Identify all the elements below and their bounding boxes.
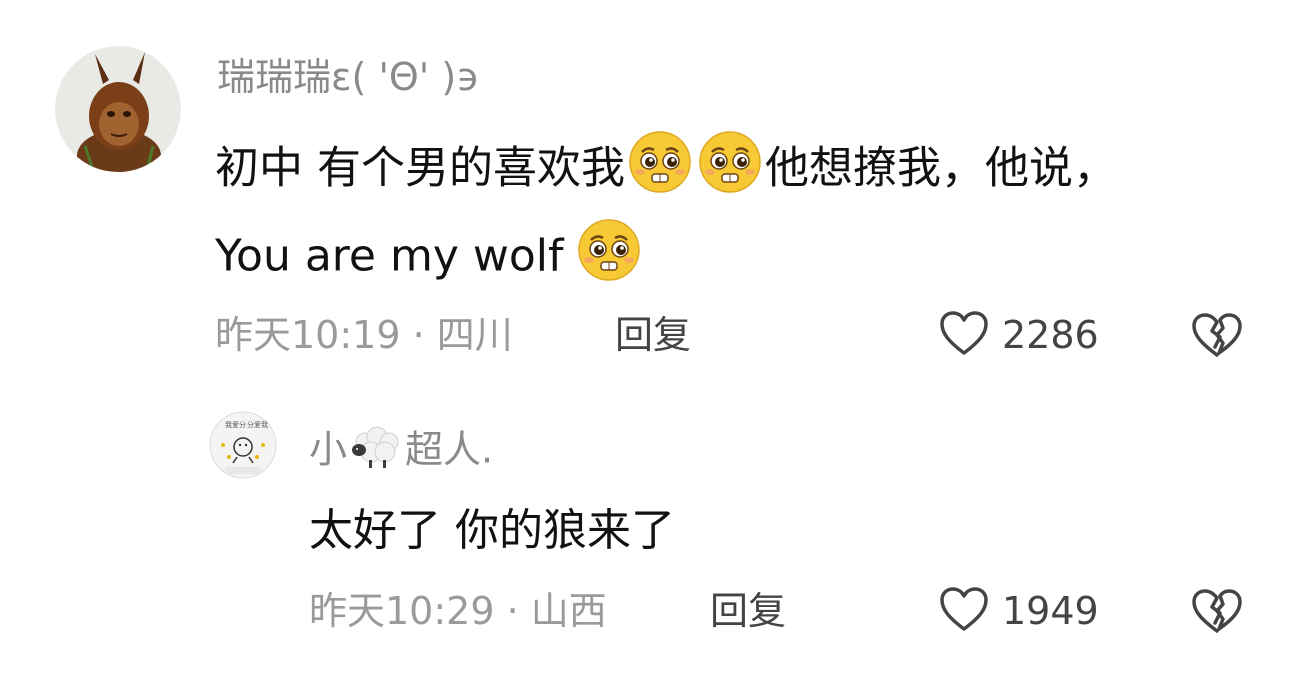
comment-thread: 瑞瑞瑞ε( 'Θ' )϶ 初中 有个男的喜欢我 他想撩我，他说， You are… — [0, 0, 1311, 676]
pleading-face-icon — [698, 130, 762, 211]
comment-username[interactable]: 瑞瑞瑞ε( 'Θ' )϶ — [217, 54, 480, 100]
user-avatar[interactable] — [55, 46, 181, 172]
reply-username[interactable]: 小 超人. — [309, 420, 493, 484]
username-segment: 超人. — [405, 427, 494, 472]
broken-heart-icon — [1190, 589, 1244, 639]
broken-heart-icon — [1190, 313, 1244, 363]
like-button[interactable]: 1949 — [938, 585, 1099, 637]
user-avatar[interactable]: 我爱分 分爱我 — [209, 411, 277, 479]
sheep-icon — [349, 420, 403, 484]
pleading-face-icon — [628, 130, 692, 211]
like-button[interactable]: 2286 — [938, 309, 1099, 361]
like-count: 1949 — [1002, 589, 1099, 633]
reply-button[interactable]: 回复 — [615, 311, 691, 359]
comment-text-line-1: 初中 有个男的喜欢我 他想撩我，他说， — [215, 130, 1117, 211]
comment-time-location: 昨天10:19 · 四川 — [215, 313, 513, 357]
comment-text-segment: You are my wolf — [215, 230, 564, 282]
comment-text-segment: 他想撩我，他说， — [765, 142, 1117, 194]
dislike-button[interactable] — [1190, 311, 1244, 363]
comment-text-segment: 初中 有个男的喜欢我 — [215, 142, 625, 194]
username-segment: 小 — [309, 427, 348, 472]
heart-outline-icon — [938, 309, 990, 361]
pleading-face-icon — [577, 218, 641, 299]
comment-text-line-2: You are my wolf — [215, 218, 641, 299]
like-count: 2286 — [1002, 313, 1099, 357]
reply-time-location: 昨天10:29 · 山西 — [309, 589, 607, 633]
dislike-button[interactable] — [1190, 587, 1244, 639]
heart-outline-icon — [938, 585, 990, 637]
svg-text:分爱我: 分爱我 — [247, 420, 268, 429]
reply-button[interactable]: 回复 — [710, 587, 786, 635]
svg-text:我爱分: 我爱分 — [225, 420, 246, 429]
reply-text: 太好了 你的狼来了 — [309, 505, 675, 556]
